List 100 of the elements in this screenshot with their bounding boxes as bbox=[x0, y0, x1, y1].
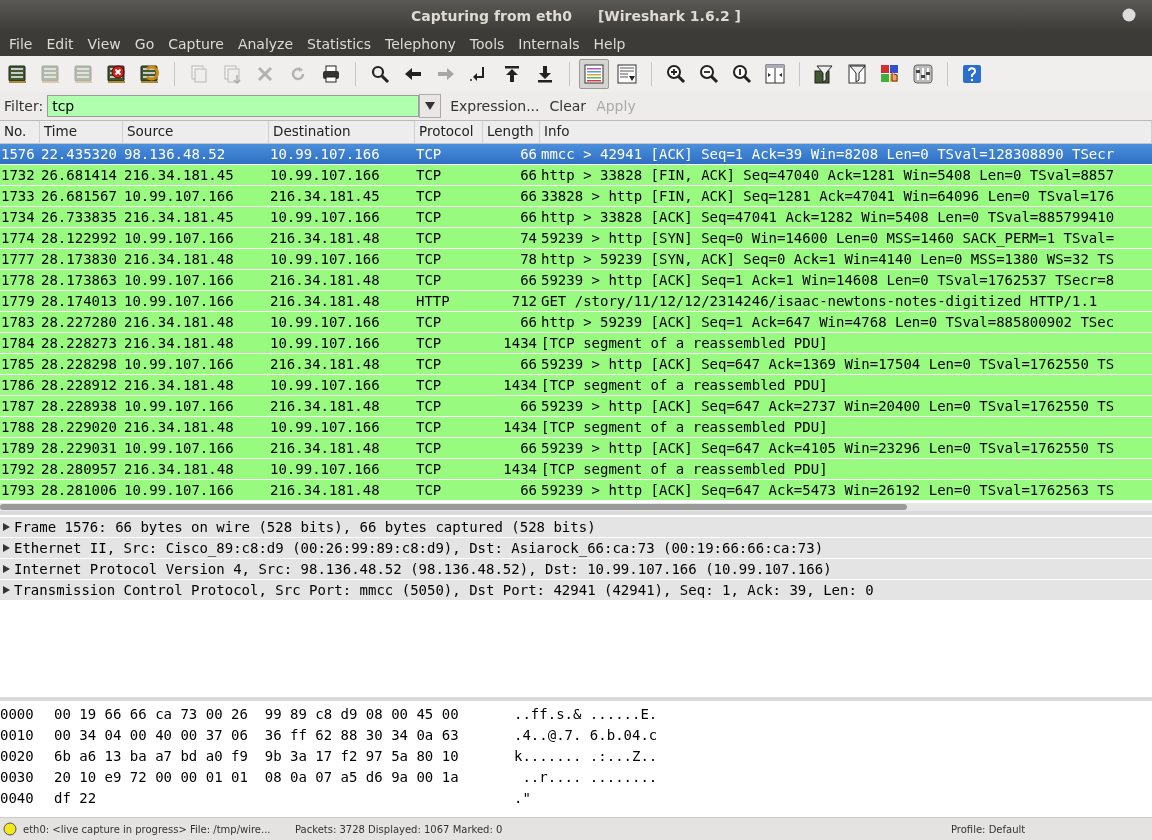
close-icon[interactable] bbox=[1122, 8, 1136, 22]
packet-row[interactable]: 1786 28.228912 216.34.181.48 10.99.107.166 TCP 1434 [TCP segment of a reassembled PDU] bbox=[0, 375, 1152, 396]
time-cell-text: 28.174013 bbox=[40, 293, 118, 309]
info-cell-text: http > 59239 [ACK] Seq=1 Ack=647 Win=4768 Len=0 TSval=885800902 TSec bbox=[540, 314, 1116, 330]
column-header[interactable]: Protocol bbox=[415, 121, 483, 143]
number-cell-text: 1788 bbox=[0, 419, 36, 435]
packet-row[interactable]: 1777 28.173830 216.34.181.48 10.99.107.166 TCP 78 http > 59239 [SYN, ACK] Seq=0 Ack=1 Win=4140 Len=0 MSS=1380 WS=32 TS bbox=[0, 249, 1152, 270]
protocol-cell-text: TCP bbox=[415, 230, 443, 246]
resize-columns-icon bbox=[764, 63, 786, 85]
status-light-icon bbox=[3, 822, 17, 836]
column-header[interactable]: Info bbox=[540, 121, 1152, 143]
protocol-cell-text: TCP bbox=[415, 188, 443, 204]
packet-row[interactable]: 1788 28.229020 216.34.181.48 10.99.107.166 TCP 1434 [TCP segment of a reassembled PDU] bbox=[0, 417, 1152, 438]
scrollbar-thumb[interactable] bbox=[0, 504, 907, 510]
packet-row[interactable]: 1783 28.227280 216.34.181.48 10.99.107.166 TCP 66 http > 59239 [ACK] Seq=1 Ack=647 Win=4768 Len=0 TSval=885800902 TSec bbox=[0, 312, 1152, 333]
source-cell-text: 10.99.107.166 bbox=[123, 188, 235, 204]
expander-icon[interactable] bbox=[3, 586, 10, 594]
stop-icon bbox=[106, 63, 128, 85]
column-header[interactable]: Destination bbox=[269, 121, 415, 143]
length-cell-text: 1434 bbox=[502, 377, 538, 393]
length-cell-text: 66 bbox=[519, 314, 538, 330]
length-cell-text: 1434 bbox=[502, 461, 538, 477]
offset-text: 0000 bbox=[0, 705, 35, 722]
info-cell-text: [TCP segment of a reassembled PDU] bbox=[540, 335, 829, 351]
zoom-out-icon bbox=[698, 63, 720, 85]
destination-cell-text: 10.99.107.166 bbox=[269, 251, 381, 267]
hex-bytes: 6b a6 13 ba a7 bd a0 f9 9b 3a 17 f2 97 5a 80 10 bbox=[54, 747, 460, 764]
info-cell-text: GET /story/11/12/12/2314246/isaac-newtons-notes-digitized HTTP/1.1 bbox=[540, 293, 1099, 309]
protocol-cell-text: TCP bbox=[415, 419, 443, 435]
destination-cell-text: 10.99.107.166 bbox=[269, 146, 381, 162]
filter-action-button[interactable]: Expression... bbox=[445, 96, 545, 116]
ascii-text: ." bbox=[514, 789, 531, 806]
expander-icon[interactable] bbox=[3, 544, 10, 552]
source-cell-text: 10.99.107.166 bbox=[123, 293, 235, 309]
length-cell-text: 66 bbox=[519, 482, 538, 498]
packet-row[interactable]: 1778 28.173863 10.99.107.166 216.34.181.48 TCP 66 59239 > http [ACK] Seq=1 Ack=1 Win=14608 Len=0 TSval=1762537 TSecr=8 bbox=[0, 270, 1152, 291]
packet-row[interactable]: 1732 26.681414 216.34.181.45 10.99.107.166 TCP 66 http > 33828 [FIN, ACK] Seq=47040 Ack=1281 Win=5408 Len=0 TSval=8857 bbox=[0, 165, 1152, 186]
length-cell-text: 78 bbox=[519, 251, 538, 267]
column-header[interactable]: Time bbox=[40, 121, 123, 143]
packet-row[interactable]: 1784 28.228273 216.34.181.48 10.99.107.166 TCP 1434 [TCP segment of a reassembled PDU] bbox=[0, 333, 1152, 354]
packet-row[interactable]: 1789 28.229031 10.99.107.166 216.34.181.48 TCP 66 59239 > http [ACK] Seq=647 Ack=4105 Win=23296 Len=0 TSval=1762550 TS bbox=[0, 438, 1152, 459]
menu-item[interactable]: Go bbox=[127, 36, 162, 52]
protocol-cell-text: TCP bbox=[415, 209, 443, 225]
packet-row[interactable]: 1792 28.280957 216.34.181.48 10.99.107.166 TCP 1434 [TCP segment of a reassembled PDU] bbox=[0, 459, 1152, 480]
number-cell-text: 1787 bbox=[0, 398, 36, 414]
packet-row[interactable]: 1785 28.228298 10.99.107.166 216.34.181.48 TCP 66 59239 > http [ACK] Seq=647 Ack=1369 Win=17504 Len=0 TSval=1762550 TS bbox=[0, 354, 1152, 375]
menu-item[interactable]: Edit bbox=[39, 36, 81, 52]
menu-item[interactable]: Help bbox=[586, 36, 633, 52]
packet-row[interactable]: 1774 28.122992 10.99.107.166 216.34.181.48 TCP 74 59239 > http [SYN] Seq=0 Win=14600 Len=0 MSS=1460 SACK_PERM=1 TSval= bbox=[0, 228, 1152, 249]
menu-item[interactable]: Tools bbox=[462, 36, 512, 52]
length-cell-text: 66 bbox=[519, 209, 538, 225]
packet-row[interactable]: 1576 22.435320 98.136.48.52 10.99.107.166 TCP 66 mmcc > 42941 [ACK] Seq=1 Ack=39 Win=8208 Len=0 TSval=128308890 TSecr bbox=[0, 144, 1152, 165]
length-cell-text: 712 bbox=[510, 293, 538, 309]
column-header[interactable]: No. bbox=[0, 121, 40, 143]
detail-text: Frame 1576: 66 bytes on wire (528 bits), 66 bytes captured (528 bits) bbox=[14, 519, 596, 535]
detail-row[interactable]: Internet Protocol Version 4, Src: 98.136.48.52 (98.136.48.52), Dst: 10.99.107.166 (10.99.107.166) bbox=[0, 559, 1152, 580]
destination-cell-text: 10.99.107.166 bbox=[269, 167, 381, 183]
destination-cell-text: 10.99.107.166 bbox=[269, 377, 381, 393]
network-card-icon bbox=[40, 63, 62, 85]
destination-cell-text: 10.99.107.166 bbox=[269, 209, 381, 225]
menu-item[interactable]: Capture bbox=[161, 36, 231, 52]
packet-row[interactable]: 1793 28.281006 10.99.107.166 216.34.181.48 TCP 66 59239 > http [ACK] Seq=647 Ack=5473 Win=26192 Len=0 TSval=1762563 TS bbox=[0, 480, 1152, 501]
menu-item[interactable]: Telephony bbox=[378, 36, 463, 52]
ascii-text: k....... .:...Z.. bbox=[514, 747, 658, 764]
detail-row[interactable]: Transmission Control Protocol, Src Port: mmcc (5050), Dst Port: 42941 (42941), Seq: 1, Ack: 39, Len: 0 bbox=[0, 580, 1152, 601]
expander-icon[interactable] bbox=[3, 565, 10, 573]
menu-item[interactable]: Analyze bbox=[230, 36, 301, 52]
filter-action-button[interactable]: Clear bbox=[544, 96, 592, 116]
menu-item[interactable]: Statistics bbox=[300, 36, 379, 52]
menu-item[interactable]: File bbox=[2, 36, 40, 52]
info-cell-text: mmcc > 42941 [ACK] Seq=1 Ack=39 Win=8208 Len=0 TSval=128308890 TSecr bbox=[540, 146, 1116, 162]
number-cell-text: 1779 bbox=[0, 293, 36, 309]
caret-icon bbox=[425, 102, 436, 110]
dropdown-button[interactable] bbox=[419, 94, 442, 118]
menu-item[interactable]: View bbox=[80, 36, 128, 52]
detail-row[interactable]: Ethernet II, Src: Cisco_89:c8:d9 (00:26:99:89:c8:d9), Dst: Asiarock_66:ca:73 (00:19:66:66:ca:73) bbox=[0, 538, 1152, 559]
number-cell-text: 1733 bbox=[0, 188, 36, 204]
column-header[interactable]: Length bbox=[483, 121, 540, 143]
filter-field[interactable]: tcp bbox=[47, 95, 420, 117]
menu-item[interactable]: Internals bbox=[511, 36, 587, 52]
protocol-cell-text: HTTP bbox=[415, 293, 451, 309]
offset-text: 0030 bbox=[0, 768, 35, 785]
packet-row[interactable]: 1779 28.174013 10.99.107.166 216.34.181.48 HTTP 712 GET /story/11/12/12/2314246/isaac-newtons-notes-digitized HTTP/1.1 bbox=[0, 291, 1152, 312]
length-cell-text: 66 bbox=[519, 356, 538, 372]
time-cell-text: 28.228273 bbox=[40, 335, 118, 351]
expander-icon[interactable] bbox=[3, 523, 10, 531]
column-header[interactable]: Source bbox=[123, 121, 269, 143]
info-cell-text: 59239 > http [ACK] Seq=647 Ack=4105 Win=23296 Len=0 TSval=1762550 TS bbox=[540, 440, 1116, 456]
print-icon bbox=[320, 63, 342, 85]
packet-row[interactable]: 1734 26.733835 216.34.181.45 10.99.107.166 TCP 66 http > 33828 [ACK] Seq=47041 Ack=1282 Win=5408 Len=0 TSval=885799410 bbox=[0, 207, 1152, 228]
source-cell-text: 10.99.107.166 bbox=[123, 482, 235, 498]
packet-row[interactable]: 1733 26.681567 10.99.107.166 216.34.181.45 TCP 66 33828 > http [FIN, ACK] Seq=1281 Ack=47041 Win=64096 Len=0 TSval=176 bbox=[0, 186, 1152, 207]
protocol-cell-text: TCP bbox=[415, 377, 443, 393]
offset-text: 0020 bbox=[0, 747, 35, 764]
colorize-button[interactable] bbox=[579, 59, 609, 89]
funnel-icon bbox=[846, 63, 868, 85]
detail-text: Ethernet II, Src: Cisco_89:c8:d9 (00:26:99:89:c8:d9), Dst: Asiarock_66:ca:73 (00:19:66:66:ca:73) bbox=[14, 540, 824, 556]
protocol-cell-text: TCP bbox=[415, 461, 443, 477]
packet-row[interactable]: 1787 28.228938 10.99.107.166 216.34.181.48 TCP 66 59239 > http [ACK] Seq=647 Ack=2737 Win=20400 Len=0 TSval=1762550 TS bbox=[0, 396, 1152, 417]
detail-row[interactable]: Frame 1576: 66 bytes on wire (528 bits), 66 bytes captured (528 bits) bbox=[0, 517, 1152, 538]
